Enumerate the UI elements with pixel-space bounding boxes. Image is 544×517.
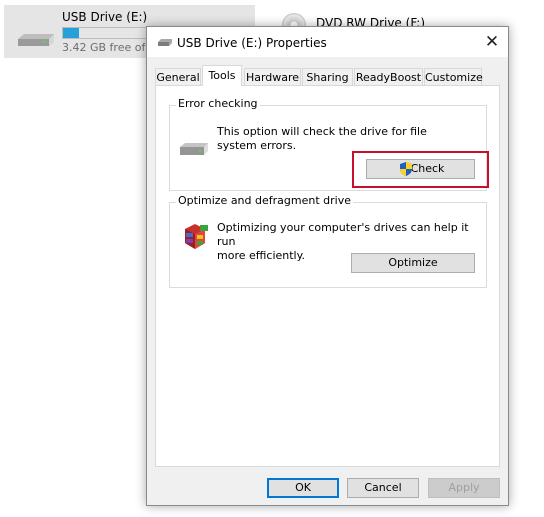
properties-dialog: USB Drive (E:) Properties ✕ General Tool… <box>146 26 509 506</box>
drive-title-icon <box>158 39 172 46</box>
tab-tools[interactable]: Tools <box>202 65 242 86</box>
error-checking-description-line1: This option will check the drive for fil… <box>217 125 427 138</box>
usb-drive-usage-fill <box>63 28 79 38</box>
optimize-legend: Optimize and defragment drive <box>176 194 353 207</box>
cancel-button[interactable]: Cancel <box>347 478 419 498</box>
tab-customize[interactable]: Customize <box>424 68 483 85</box>
check-button-highlight <box>352 151 489 188</box>
dialog-title: USB Drive (E:) Properties <box>177 36 327 50</box>
error-checking-description: This option will check the drive for fil… <box>217 125 427 153</box>
usb-drive-icon <box>18 34 54 46</box>
error-checking-legend: Error checking <box>176 97 260 110</box>
tab-sharing[interactable]: Sharing <box>302 68 353 85</box>
defrag-icon <box>185 224 208 249</box>
usb-drive-name: USB Drive (E:) <box>62 10 148 24</box>
optimize-button[interactable]: Optimize <box>351 253 475 273</box>
tab-readyboost[interactable]: ReadyBoost <box>354 68 423 85</box>
error-checking-group: Error checking This option will check th… <box>169 97 489 191</box>
close-icon: ✕ <box>484 32 500 52</box>
tab-hardware[interactable]: Hardware <box>244 68 301 85</box>
drive-icon <box>180 143 208 155</box>
tab-general[interactable]: General <box>155 68 201 85</box>
ok-button[interactable]: OK <box>267 478 339 498</box>
apply-button[interactable]: Apply <box>428 478 500 498</box>
optimize-group: Optimize and defragment drive Optimizing… <box>169 194 487 288</box>
tools-panel: Error checking This option will check th… <box>155 85 500 467</box>
title-bar[interactable]: USB Drive (E:) Properties ✕ <box>147 27 508 57</box>
optimize-description-line1: Optimizing your computer's drives can he… <box>217 221 469 248</box>
close-button[interactable]: ✕ <box>476 27 508 57</box>
